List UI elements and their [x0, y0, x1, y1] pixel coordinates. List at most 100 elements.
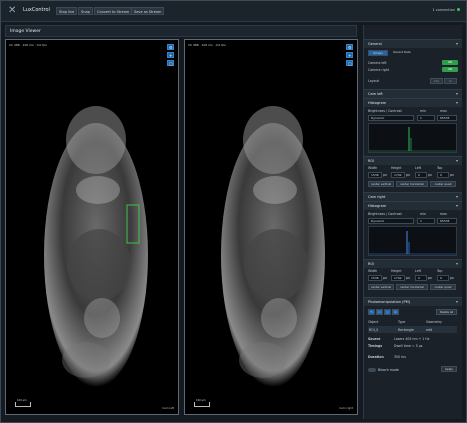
- mode-select-right[interactable]: Dynamic: [368, 218, 414, 224]
- circle-tool-button[interactable]: ○: [384, 309, 391, 315]
- center-quad-button-left[interactable]: center quad: [430, 181, 456, 187]
- layout-option-a[interactable]: ▭▭: [430, 78, 443, 84]
- col-object: Object: [368, 320, 379, 324]
- image-info-right: Ch 488 · 100 ms · 0.0 fps: [188, 43, 226, 47]
- tab-recent-data[interactable]: Recent Data: [390, 50, 414, 56]
- section-roi-right[interactable]: ROI ▾: [364, 259, 462, 268]
- center-horizontal-button-left[interactable]: center horizontal: [396, 181, 428, 187]
- delete-all-button[interactable]: Delete all: [436, 309, 457, 315]
- tab-screen[interactable]: Screen: [368, 50, 388, 56]
- section-cam-left[interactable]: Cam left ▾: [364, 89, 462, 98]
- section-roi-left[interactable]: ROI ▾: [364, 156, 462, 165]
- min-label-right: min: [420, 212, 427, 216]
- min-input-right[interactable]: 1: [417, 218, 435, 224]
- stop-live-button[interactable]: Stop live: [56, 7, 78, 15]
- bc-label-right: Brightness / Contrast: [368, 212, 402, 216]
- camera-left-label: Camera left: [368, 61, 387, 65]
- left-input-right[interactable]: 0: [415, 275, 427, 281]
- detail-timings-key: Timings: [368, 344, 383, 348]
- chevron-down-icon: ▾: [455, 158, 458, 163]
- status-dot-icon: [457, 8, 460, 11]
- scale-bar-right: [194, 402, 210, 407]
- save-stream-button[interactable]: Save as Stream: [131, 7, 165, 15]
- camera-left-toggle[interactable]: ON: [442, 60, 458, 65]
- camera-label-left: Cam left: [162, 406, 174, 410]
- section-general[interactable]: General ▾: [364, 39, 462, 48]
- center-vertical-button-right[interactable]: center vertical: [368, 284, 394, 290]
- pane-right-settings-button[interactable]: ⚙: [346, 44, 353, 50]
- detail-duration-key: Duration: [368, 355, 384, 359]
- section-photomanipulation[interactable]: Photomanipulation (PM) ▾: [364, 297, 462, 306]
- pane-left-settings-button[interactable]: ⚙: [167, 44, 174, 50]
- width-input-right[interactable]: 1536: [368, 275, 382, 281]
- scale-bar-left: [15, 402, 31, 407]
- chevron-down-icon: ▾: [455, 100, 458, 105]
- center-horizontal-button-right[interactable]: center horizontal: [396, 284, 428, 290]
- section-histogram-left[interactable]: Histogram ▾: [364, 98, 462, 107]
- min-input-left[interactable]: 1: [417, 115, 435, 121]
- max-label-right: max: [440, 212, 447, 216]
- height-label-left: Height: [391, 166, 402, 170]
- camera-label-right: Cam right: [339, 406, 353, 410]
- image-info-left: Ch 488 · 100 ms · 0.0 fps: [9, 43, 47, 47]
- pane-left-fit-button[interactable]: ▢: [167, 60, 174, 66]
- height-input-left[interactable]: 1792: [391, 172, 405, 178]
- col-type: Type: [398, 320, 406, 324]
- width-input-left[interactable]: 1536: [368, 172, 382, 178]
- image-pane-right[interactable]: Ch 488 · 100 ms · 0.0 fps ⚙ + ▢ 100 µm C…: [184, 39, 358, 415]
- section-histogram-right[interactable]: Histogram ▾: [364, 201, 462, 210]
- camera-right-toggle[interactable]: ON: [442, 67, 458, 72]
- top-bar: ✕ LuxControl Stop live Snap Convert to S…: [1, 1, 466, 22]
- max-input-right[interactable]: 65535: [437, 218, 457, 224]
- center-quad-button-right[interactable]: center quad: [430, 284, 456, 290]
- layout-option-b[interactable]: ▭: [444, 78, 457, 84]
- chevron-down-icon: ▾: [455, 194, 458, 199]
- bleach-mode-label: Bleach mode: [378, 368, 399, 372]
- histogram-left: [368, 123, 457, 153]
- chevron-down-icon: ▾: [455, 41, 458, 46]
- height-label-right: Height: [391, 269, 402, 273]
- left-label-right: Left: [415, 269, 421, 273]
- left-input-left[interactable]: 0: [415, 172, 427, 178]
- pane-right-fit-button[interactable]: ▢: [346, 60, 353, 66]
- apply-button[interactable]: Apply: [441, 366, 457, 372]
- top-label-left: Top: [437, 166, 443, 170]
- image-viewer-title: Image Viewer: [10, 29, 41, 34]
- bleach-mode-toggle[interactable]: [368, 368, 376, 372]
- top-label-right: Top: [437, 269, 443, 273]
- image-viewer-header: Image Viewer: [5, 25, 357, 37]
- scale-label-left: 100 µm: [17, 399, 27, 402]
- detail-timings-value: Dwell time = 5 µs: [394, 344, 423, 348]
- top-input-left[interactable]: 0: [437, 172, 449, 178]
- center-vertical-button-left[interactable]: center vertical: [368, 181, 394, 187]
- width-label-left: Width: [368, 166, 378, 170]
- connection-status: 1 connection: [432, 8, 460, 12]
- mode-select-left[interactable]: Dynamic: [368, 115, 414, 121]
- width-label-right: Width: [368, 269, 378, 273]
- image-pane-left[interactable]: Ch 488 · 100 ms · 0.0 fps ⚙ + ▢ 100 µm C…: [5, 39, 179, 415]
- pane-left-zoom-button[interactable]: +: [167, 52, 174, 58]
- draw-tool-button[interactable]: ✎: [368, 309, 375, 315]
- snap-button[interactable]: Snap: [78, 7, 93, 15]
- section-cam-right[interactable]: Cam right ▾: [364, 192, 462, 201]
- app-logo-icon: ✕: [8, 5, 17, 16]
- max-input-left[interactable]: 65535: [437, 115, 457, 121]
- bc-label-left: Brightness / Contrast: [368, 109, 402, 113]
- detail-source-value: Lasers 405 nm + 1 Hz: [394, 337, 430, 341]
- detail-duration-value: 350 ms: [394, 355, 406, 359]
- chevron-down-icon: ▾: [455, 261, 458, 266]
- detail-source-key: Source: [368, 337, 381, 341]
- specimen-image-right: [221, 106, 325, 387]
- height-input-right[interactable]: 1792: [391, 275, 405, 281]
- camera-right-label: Camera right: [368, 68, 390, 72]
- pane-right-zoom-button[interactable]: +: [346, 52, 353, 58]
- chevron-down-icon: ▾: [455, 91, 458, 96]
- rect-tool-button[interactable]: ▭: [376, 309, 383, 315]
- convert-stream-button[interactable]: Convert to Stream: [94, 7, 133, 15]
- chevron-down-icon: ▾: [455, 203, 458, 208]
- col-geometry: Geometry: [426, 320, 442, 324]
- table-row[interactable]: ROI_0 Rectangle edit: [368, 326, 457, 333]
- top-input-right[interactable]: 0: [437, 275, 449, 281]
- scale-label-right: 100 µm: [196, 399, 206, 402]
- point-tool-button[interactable]: ⊙: [392, 309, 399, 315]
